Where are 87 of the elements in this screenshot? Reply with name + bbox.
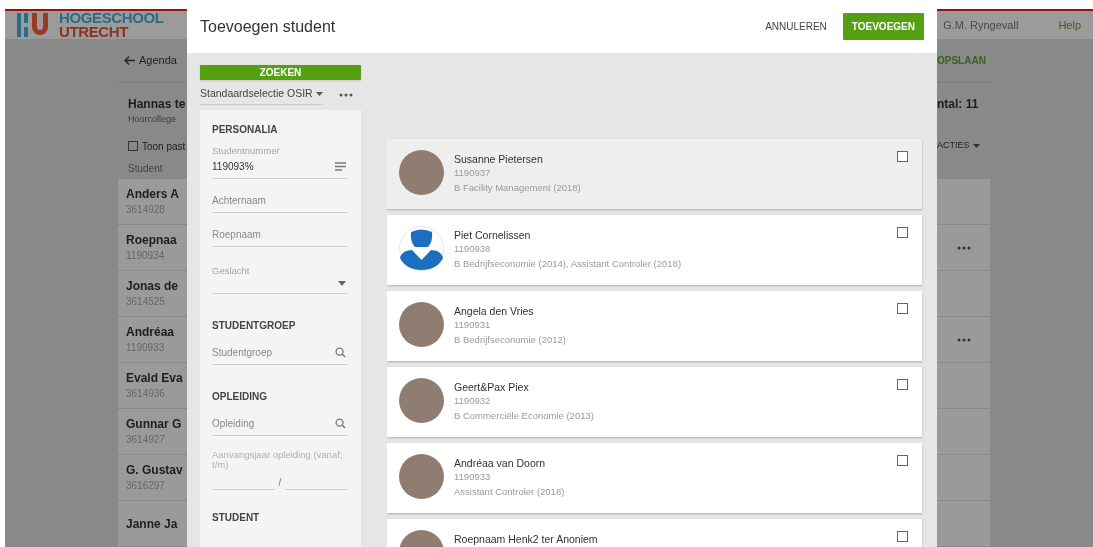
total-count: ntal: 11 <box>937 96 980 113</box>
student-number: 1190933 <box>454 470 492 483</box>
back-link-text[interactable]: Agenda <box>139 52 177 69</box>
student-number: 1190932 <box>454 394 492 407</box>
user-name[interactable]: G.M. Ryngevall <box>943 16 1019 34</box>
photo-placeholder <box>399 302 444 347</box>
checkbox-label: Toon past <box>142 139 186 154</box>
checkbox[interactable] <box>897 151 908 162</box>
photo-placeholder <box>399 150 444 195</box>
actions-dropdown[interactable]: ACTIES <box>937 139 990 153</box>
student-card[interactable]: Geert&Pax Piex 1190932 B Commerciële Economie (2013) <box>387 367 922 437</box>
input-field[interactable]: Opleiding <box>212 412 348 436</box>
student-card[interactable]: Susanne Pietersen 1190937 B Facility Management (2018) <box>387 139 922 209</box>
checkbox[interactable] <box>897 455 908 466</box>
student-name: Andréaa <box>126 323 175 340</box>
student-name: Roepnaam Henk2 ter Anoniem <box>454 533 599 546</box>
person-avatar-icon <box>399 226 444 271</box>
field-placeholder: Roepnaam <box>212 228 261 242</box>
field-label: Geslacht <box>212 265 251 276</box>
section-heading: PERSONALIA <box>212 123 279 137</box>
more-icon[interactable] <box>339 93 353 98</box>
page-subtitle: Hoorcollege <box>128 113 178 126</box>
student-card[interactable]: Piet Cornelissen 1190938 B Bedrijfseconomie (2014), Assistant Controler (2018) <box>387 215 922 285</box>
more-icon[interactable] <box>956 337 971 342</box>
column-header: Student <box>128 161 163 176</box>
caret-icon <box>315 91 323 96</box>
student-name: Piet Cornelissen <box>454 229 532 242</box>
student-name: Gunnar G <box>126 415 182 432</box>
logo-text: HOGESCHOOL <box>59 11 164 25</box>
search-icon[interactable] <box>335 347 346 358</box>
cancel-button[interactable]: ANNULEREN <box>761 13 831 40</box>
input-field[interactable]: Studentgroep <box>212 341 348 365</box>
selection-dropdown[interactable]: Standaardselectie OSIR <box>200 85 323 105</box>
student-name: Anders A <box>126 185 179 202</box>
student-card[interactable]: Angela den Vries 1190931 B Bedrijfseconomie (2012) <box>387 291 922 361</box>
checkbox[interactable] <box>897 303 908 314</box>
page-title: Hannas te <box>128 96 186 113</box>
field-value: 119093% <box>212 160 254 174</box>
checkbox[interactable] <box>897 531 908 542</box>
caret-icon <box>338 280 346 286</box>
field-label: Studentnummer <box>212 145 281 156</box>
checkbox[interactable] <box>128 141 138 151</box>
student-name: Evald Eva <box>126 369 183 386</box>
caret-icon <box>972 144 980 148</box>
list-icon[interactable] <box>335 162 346 171</box>
photo-placeholder <box>399 454 444 499</box>
student-card[interactable]: Andréaa van Doorn 1190933 Assistant Controler (2018) <box>387 443 922 513</box>
student-programme: B Bedrijfseconomie (2012) <box>454 333 567 346</box>
section-heading: OPLEIDING <box>212 390 268 404</box>
student-name: Geert&Pax Piex <box>454 381 530 394</box>
student-programme: B Facility Management (2018) <box>454 181 582 194</box>
student-name: Andréaa van Doorn <box>454 457 547 470</box>
search-button[interactable]: ZOEKEN <box>200 65 361 81</box>
student-name: Roepnaa <box>126 231 177 248</box>
checkbox[interactable] <box>897 227 908 238</box>
student-name: Susanne Pietersen <box>454 153 544 166</box>
search-icon[interactable] <box>335 418 346 429</box>
help-link[interactable]: Help <box>1058 16 1081 34</box>
checkbox[interactable] <box>897 379 908 390</box>
input-field[interactable]: Roepnaam <box>212 223 348 247</box>
student-card[interactable]: Roepnaam Henk2 ter Anoniem <box>387 519 922 547</box>
more-icon[interactable] <box>956 245 971 250</box>
input-field[interactable]: Studentnummer 119093% <box>212 145 348 179</box>
student-name: Jonas de <box>126 277 179 294</box>
student-number: 1190931 <box>454 318 492 331</box>
student-name: Janne Ja <box>126 515 178 532</box>
student-programme: B Commerciële Economie (2013) <box>454 409 595 422</box>
field-placeholder: Studentgroep <box>212 346 273 360</box>
dialog-title: Toevoegen student <box>200 16 336 37</box>
student-name: G. Gustav <box>126 461 183 478</box>
input-field[interactable]: Achternaam <box>212 189 348 213</box>
photo-placeholder <box>399 378 444 423</box>
back-link[interactable]: Agenda <box>118 52 177 69</box>
field-placeholder: Opleiding <box>212 417 255 431</box>
student-programme: Assistant Controler (2018) <box>454 485 566 498</box>
back-arrow-icon <box>124 56 135 65</box>
range-separator: / <box>278 476 282 490</box>
student-number: 1190937 <box>454 166 492 179</box>
section-heading: STUDENT <box>212 511 261 525</box>
student-number: 1190938 <box>454 242 492 255</box>
field-placeholder: Achternaam <box>212 194 266 208</box>
student-programme: B Bedrijfseconomie (2014), Assistant Controler (2018) <box>454 257 683 270</box>
logo-text: UTRECHT <box>59 25 130 39</box>
add-button[interactable]: TOEVOEGEN <box>842 13 924 40</box>
field-label: Aanvangsjaar opleiding (vanaf; t/m) <box>212 450 344 470</box>
student-name: Angela den Vries <box>454 305 535 318</box>
section-heading: STUDENTGROEP <box>212 319 297 333</box>
